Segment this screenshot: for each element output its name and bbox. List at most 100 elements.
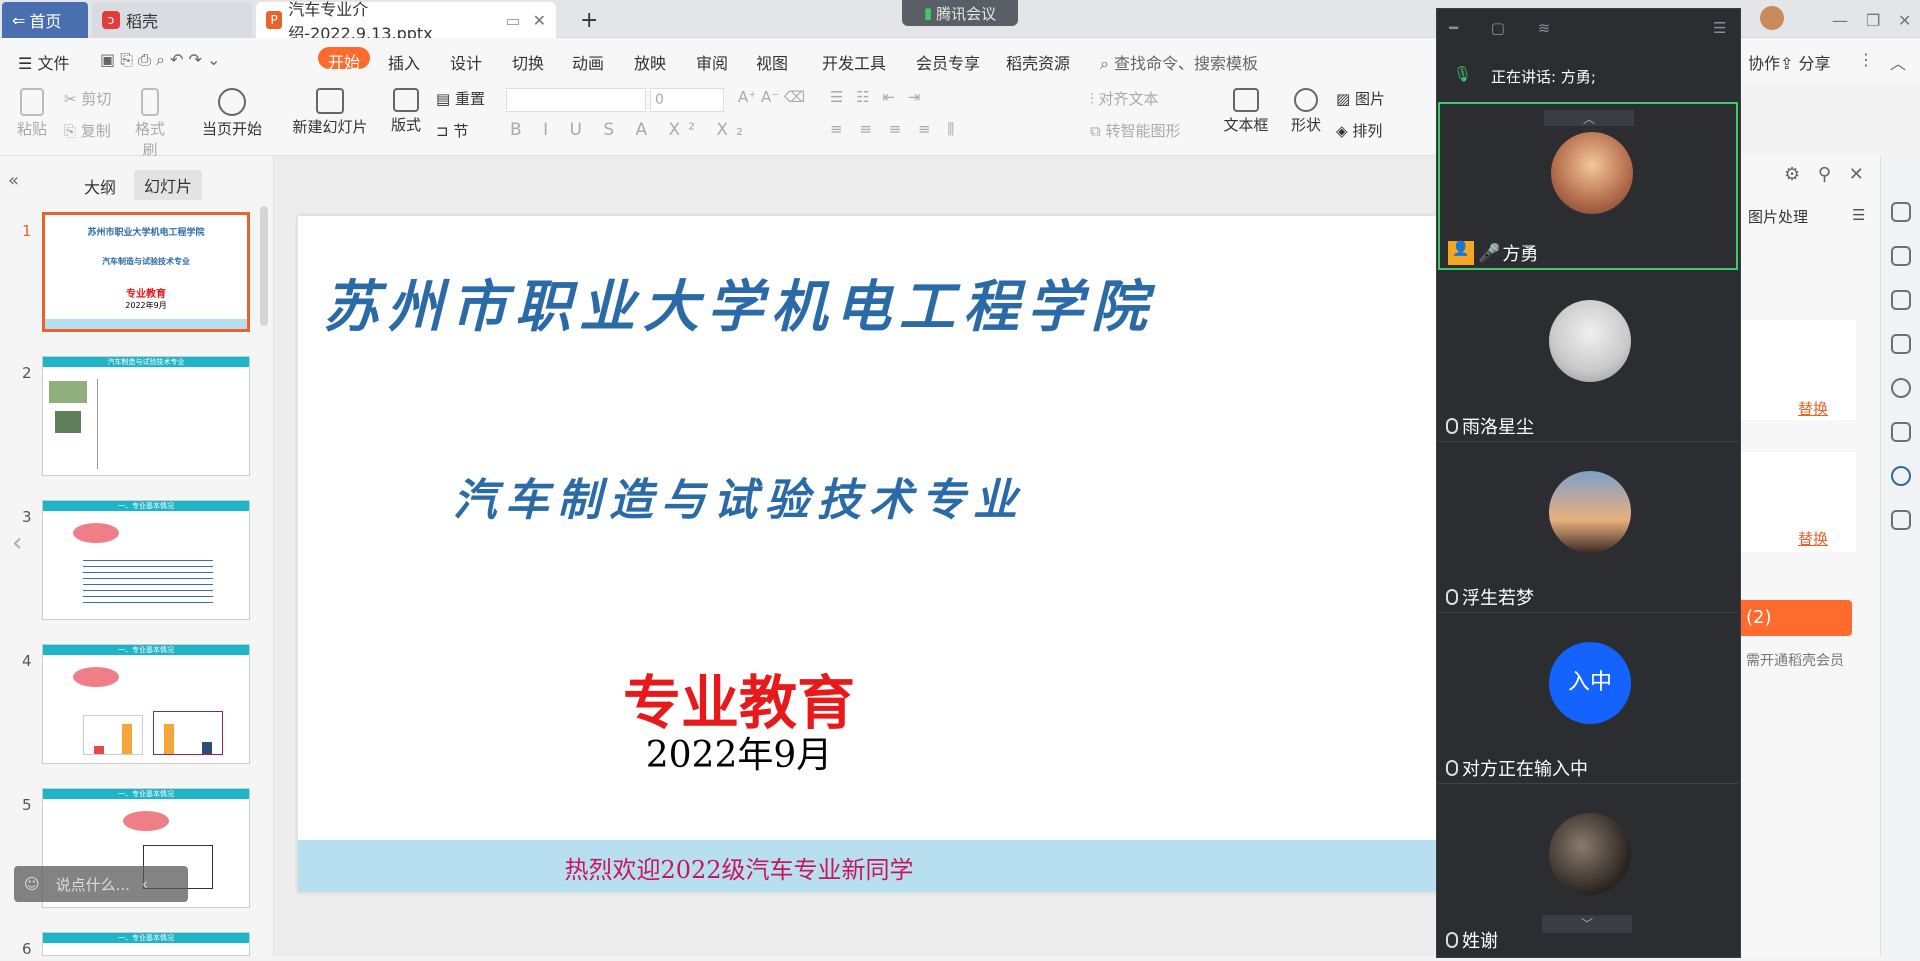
align-icons[interactable]: ≡ ≡ ≡ ≡ ⫼ [830, 120, 960, 138]
layout-button[interactable]: 版式 [384, 88, 428, 135]
thumb-5-title: 一、专业基本情况 [118, 790, 174, 798]
rocket-icon[interactable] [1891, 202, 1911, 222]
tab-home-label: 首页 [29, 12, 62, 31]
share-button[interactable]: ⇪ 分享 [1780, 50, 1831, 73]
paste-button[interactable]: 粘贴 [12, 88, 52, 139]
emoji-icon: ☺ [24, 875, 40, 893]
video-tile-3[interactable]: 浮生若梦 [1438, 443, 1738, 613]
cut-button[interactable]: ✂ 剪切 [64, 88, 111, 109]
meeting-window-icons[interactable]: ━ ▢ ≋ [1449, 19, 1564, 37]
image-edit-icon[interactable] [1891, 422, 1911, 442]
new-slide-button[interactable]: 新建幻灯片 [286, 88, 374, 137]
slide-banner-text: 热烈欢迎2022级汽车专业新同学 [564, 856, 914, 884]
menu-item-member[interactable]: 会员专享 [916, 50, 980, 73]
sliders-icon[interactable] [1891, 246, 1911, 266]
command-search-label: 查找命令、搜索模板 [1114, 54, 1259, 73]
tab-daoke-label: 稻壳 [126, 12, 159, 31]
video-tile-5[interactable]: ﹀ 姓谢 [1438, 785, 1738, 955]
start-current-button[interactable]: 当页开始 [196, 88, 268, 139]
font-style-icons[interactable]: B I U S A X² X₂ [510, 120, 751, 140]
arrange-label: 排列 [1352, 122, 1383, 140]
new-slide-label: 新建幻灯片 [292, 118, 368, 136]
meeting-menu-icon[interactable]: ☰ [1713, 19, 1726, 37]
list-icons[interactable]: ☰ ☷ ⇤ ⇥ [830, 88, 924, 106]
close-tab-icon[interactable]: ✕ [533, 11, 546, 30]
align-text-button[interactable]: ⫶ 对齐文本 [1090, 88, 1159, 109]
command-search[interactable]: ⌕ 查找命令、搜索模板 [1100, 50, 1259, 73]
menu-item-insert[interactable]: 插入 [388, 50, 420, 73]
reset-button[interactable]: ▤ 重置 [436, 88, 485, 109]
scroll-down-icon[interactable]: ﹀ [1542, 915, 1632, 933]
video-tile-4[interactable]: 入中 对方正在输入中 [1438, 614, 1738, 784]
box-icon[interactable] [1891, 510, 1911, 530]
slide-thumb-6[interactable]: 一、专业基本情况 [42, 932, 250, 956]
video-tile-2[interactable]: 雨洛星尘 [1438, 272, 1738, 442]
menu-item-slideshow[interactable]: 放映 [634, 50, 666, 73]
meeting-chip[interactable]: ▮ 腾讯会议 [902, 0, 1018, 26]
thumb-number: 6 [22, 940, 32, 958]
comment-input[interactable]: ☺ 说点什么... ‹ [14, 866, 188, 902]
tab-document[interactable]: P 汽车专业介绍-2022.9.13.pptx ▭ ✕ [256, 0, 556, 43]
prev-slide-arrow-icon[interactable]: ‹ [12, 528, 22, 558]
share-icon: ⇪ [1780, 54, 1799, 73]
maximize-button[interactable]: ❐ [1856, 2, 1890, 38]
star-icon[interactable] [1891, 290, 1911, 310]
image-process-pane: ⚙ ⚲ ✕ 图片处理 ☰ 替换 替换 (2) 需开通稻壳会员 [1740, 156, 1880, 956]
menu-item-review[interactable]: 审阅 [696, 50, 728, 73]
comment-placeholder: 说点什么... [55, 875, 130, 894]
tab-outline[interactable]: 大纲 [84, 174, 116, 198]
collapse-panel-icon[interactable]: « [8, 170, 19, 191]
menu-item-transition[interactable]: 切换 [512, 50, 544, 73]
arrange-button[interactable]: ◈ 排列 [1336, 120, 1382, 141]
close-window-button[interactable]: ✕ [1888, 2, 1920, 38]
font-family-select[interactable] [506, 88, 646, 112]
minimize-button[interactable]: — [1822, 2, 1858, 38]
replace-link-2[interactable]: 替换 [1798, 528, 1828, 549]
shape-button[interactable]: 形状 [1284, 88, 1328, 135]
menu-item-design[interactable]: 设计 [450, 50, 482, 73]
current-slide[interactable]: 苏州市职业大学机电工程学院 汽车制造与试验技术专业 专业教育 2022年9月 热… [298, 216, 1440, 892]
smart-shape-icon: ⧉ [1090, 122, 1106, 140]
menu-file[interactable]: ☰ 文件 [18, 50, 69, 73]
menu-item-start[interactable]: 开始 [318, 47, 371, 72]
collab-button[interactable]: 协作 [1748, 50, 1780, 73]
menu-item-view[interactable]: 视图 [756, 50, 788, 73]
font-size-select[interactable]: 0 [650, 88, 724, 112]
video-tile-1[interactable]: ︿ 👤 🎤 方勇 [1438, 102, 1738, 270]
collapse-ribbon-icon[interactable]: ︿ [1890, 50, 1906, 73]
menu-item-developer[interactable]: 开发工具 [822, 50, 886, 73]
tab-home[interactable]: ⇐ 首页 [2, 2, 88, 38]
smart-shape-label: 转智能图形 [1105, 122, 1181, 140]
textbox-button[interactable]: 文本框 [1218, 88, 1274, 135]
tab-daoke[interactable]: ↄ 稻壳 [92, 2, 252, 38]
help-icon[interactable] [1891, 378, 1911, 398]
transform-icon[interactable] [1891, 334, 1911, 354]
user-avatar[interactable] [1760, 6, 1784, 30]
thumb-number: 2 [22, 364, 32, 382]
menu-item-daoke-resources[interactable]: 稻壳资源 [1006, 50, 1070, 73]
chevron-left-icon[interactable]: ‹ [142, 875, 148, 893]
pane-header-icons[interactable]: ⚙ ⚲ ✕ [1784, 164, 1870, 185]
speaking-indicator: 正在讲话: 方勇; [1491, 68, 1596, 86]
menu-list-icon[interactable]: ☰ [1852, 206, 1865, 224]
menu-item-animation[interactable]: 动画 [572, 50, 604, 73]
picture-button[interactable]: ▨ 图片 [1336, 88, 1385, 109]
copy-button[interactable]: ⎘ 复制 [64, 120, 111, 141]
new-tab-button[interactable]: + [570, 2, 608, 38]
thumb-chart [83, 715, 143, 755]
smart-shape-button[interactable]: ⧉ 转智能图形 [1090, 120, 1181, 141]
more-icon[interactable]: ⋮ [1858, 50, 1874, 72]
scroll-up-icon[interactable]: ︿ [1544, 110, 1634, 126]
slide-date: 2022年9月 [645, 735, 833, 776]
play-icon [218, 88, 246, 116]
quick-access-icons[interactable]: ▣ ⎘ ⎙ ⌕ ↶ ↷ ⌄ [100, 50, 220, 72]
apply-count-button[interactable]: (2) [1740, 600, 1852, 636]
section-button[interactable]: ⊐ 节 [436, 120, 468, 141]
tab-slides[interactable]: 幻灯片 [134, 170, 203, 200]
pin-icon[interactable]: ▭ [505, 11, 520, 30]
replace-link-1[interactable]: 替换 [1798, 398, 1828, 419]
font-size-icons[interactable]: A⁺ A⁻ ⌫ [738, 88, 805, 106]
location-icon[interactable] [1891, 466, 1911, 486]
slide-thumb-2[interactable]: 汽车制造与试验技术专业 [42, 356, 250, 476]
format-painter-button[interactable]: 格式刷 [128, 88, 172, 160]
